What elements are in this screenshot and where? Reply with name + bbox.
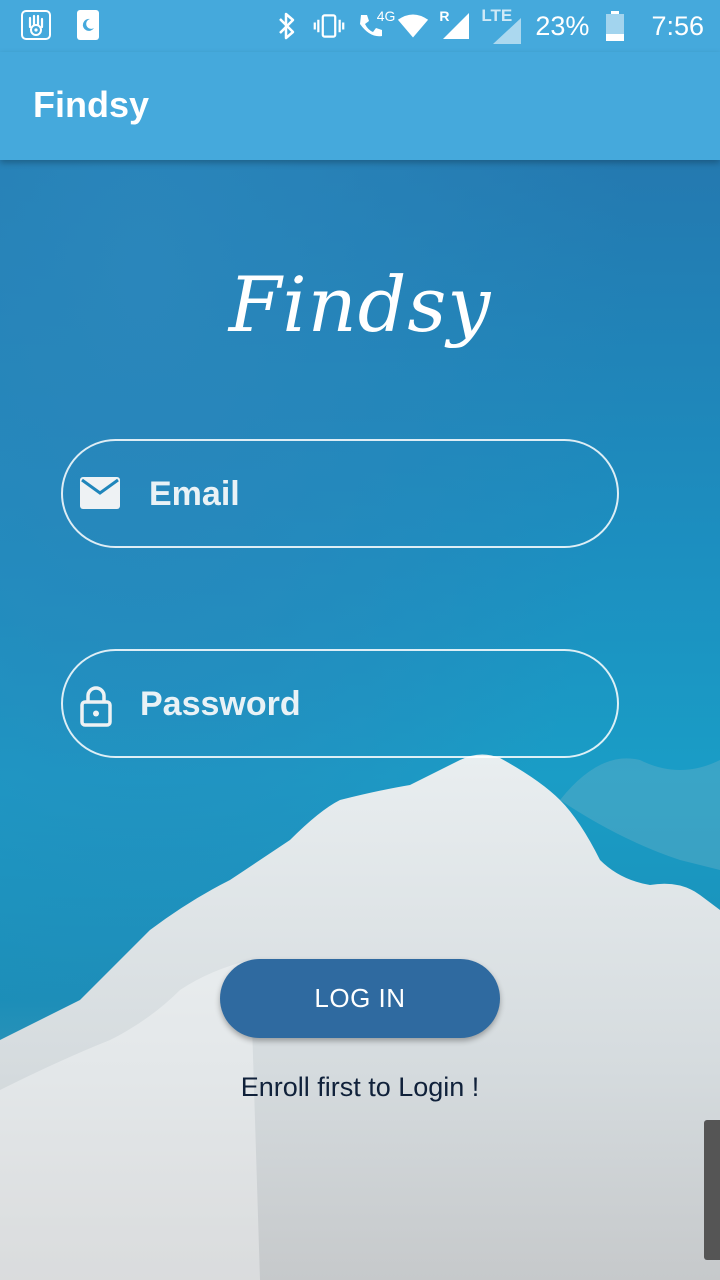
email-placeholder: Email [149, 475, 240, 513]
signal-roaming-icon: R [439, 8, 471, 42]
wifi-icon [397, 10, 429, 42]
moon-notification-icon [72, 9, 104, 41]
login-screen: Findsy Email Password LOG IN Enroll firs… [0, 160, 720, 1280]
network-label: 4G [376, 8, 396, 24]
vibrate-icon [313, 10, 345, 42]
password-field[interactable]: Password [61, 649, 619, 758]
hand-icon [20, 9, 52, 41]
battery-icon [599, 10, 631, 42]
lock-icon [79, 685, 121, 727]
scrollbar-handle[interactable] [704, 1120, 720, 1260]
login-button[interactable]: LOG IN [220, 959, 500, 1038]
password-placeholder: Password [140, 685, 301, 723]
enroll-link[interactable]: Enroll first to Login ! [0, 1072, 720, 1103]
clock: 7:56 [651, 10, 704, 41]
bluetooth-icon [271, 10, 303, 42]
volte-call-icon: 4G [355, 8, 395, 42]
roaming-label: R [439, 8, 450, 24]
app-title: Findsy [33, 84, 150, 125]
lte-signal-icon: LTE [481, 6, 525, 44]
findsy-logo: Findsy [228, 260, 492, 349]
mail-icon [79, 475, 121, 515]
email-field[interactable]: Email [61, 439, 619, 548]
status-bar: 4G R LTE 23% 7:56 [0, 0, 720, 52]
app-bar: Findsy [0, 52, 720, 160]
battery-percent: 23% [535, 10, 590, 41]
